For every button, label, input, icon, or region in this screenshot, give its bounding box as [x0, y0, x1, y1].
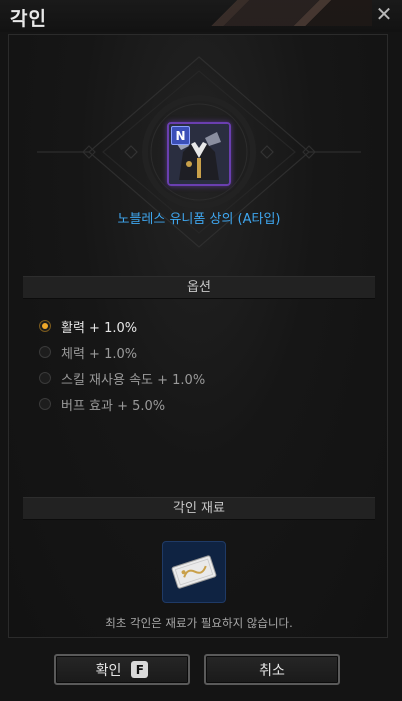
cancel-button[interactable]: 취소	[204, 654, 340, 685]
material-slot[interactable]	[162, 541, 226, 603]
option-item[interactable]: 활력 + 1.0%	[39, 313, 205, 339]
radio-button[interactable]	[39, 398, 51, 410]
materials-header: 각인 재료	[23, 497, 375, 520]
option-list: 활력 + 1.0% 체력 + 1.0% 스킬 재사용 속도 + 1.0% 버프 …	[39, 313, 205, 417]
item-slot[interactable]: N	[167, 122, 231, 186]
confirm-label: 확인	[95, 662, 122, 679]
title-bar: 각인 ✕	[0, 0, 402, 32]
grade-badge: N	[171, 126, 190, 145]
radio-button[interactable]	[39, 346, 51, 358]
ticket-icon	[171, 555, 217, 589]
option-label: 스킬 재사용 속도 + 1.0%	[61, 372, 206, 388]
window-title: 각인	[10, 8, 47, 30]
engrave-window: 각인 ✕ N 노블레스 유니폼 상의 (A타입) 옵션 활력 + 1.0% 체력…	[0, 0, 402, 701]
hotkey-badge: F	[131, 661, 149, 678]
cancel-label: 취소	[259, 662, 285, 679]
option-item[interactable]: 버프 효과 + 5.0%	[39, 391, 205, 417]
option-label: 버프 효과 + 5.0%	[61, 398, 166, 414]
content-panel: N 노블레스 유니폼 상의 (A타입) 옵션 활력 + 1.0% 체력 + 1.…	[8, 34, 388, 638]
title-decoration	[202, 0, 372, 26]
option-label: 활력 + 1.0%	[61, 320, 138, 336]
confirm-button[interactable]: 확인 F	[54, 654, 190, 685]
options-header: 옵션	[23, 276, 375, 299]
option-item[interactable]: 스킬 재사용 속도 + 1.0%	[39, 365, 205, 391]
option-label: 체력 + 1.0%	[61, 346, 138, 362]
material-note: 최초 각인은 재료가 필요하지 않습니다.	[105, 616, 293, 630]
item-name: 노블레스 유니폼 상의 (A타입)	[117, 212, 281, 227]
close-icon: ✕	[375, 2, 393, 26]
radio-button[interactable]	[39, 320, 51, 332]
footer: 확인 F 취소	[0, 642, 402, 701]
option-item[interactable]: 체력 + 1.0%	[39, 339, 205, 365]
radio-button[interactable]	[39, 372, 51, 384]
close-button[interactable]: ✕	[372, 2, 396, 26]
